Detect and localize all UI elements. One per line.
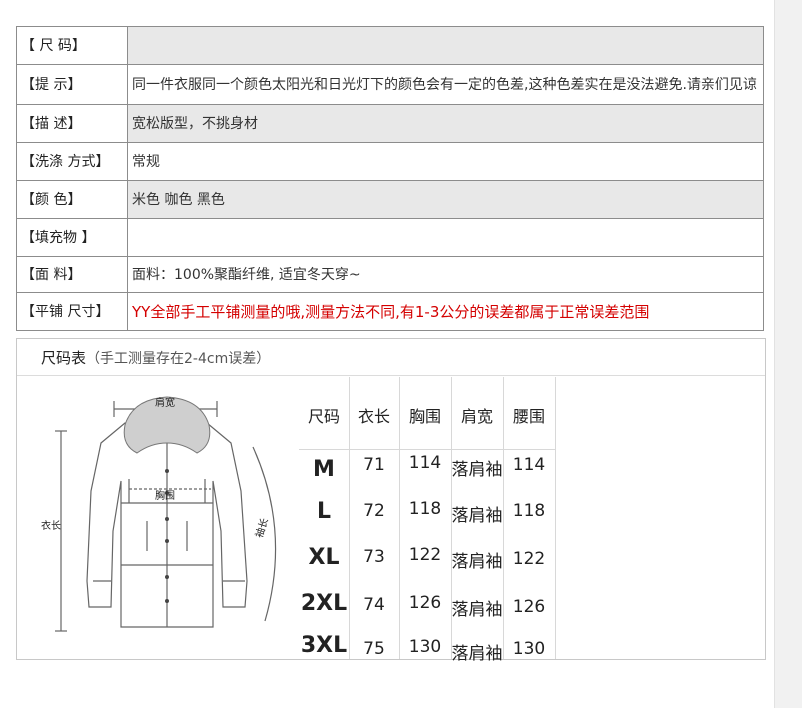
waist-cell: 114 [512, 455, 546, 475]
size-chart-title-text: 尺码表 [41, 349, 87, 367]
info-row-color: 【颜 色】 米色 咖色 黑色 [16, 180, 764, 219]
chest-cell: 114 [408, 453, 442, 473]
info-label: 【填充物 】 [16, 218, 128, 257]
info-value: 宽松版型，不挑身材 [127, 104, 764, 143]
info-label: 【面 料】 [16, 256, 128, 293]
waist-cell: 130 [512, 639, 546, 659]
info-row-tip: 【提 示】 同一件衣服同一个颜色太阳光和日光灯下的颜色会有一定的色差,这种色差实… [16, 64, 764, 105]
header-length: 衣长 [357, 407, 390, 426]
size-table: 尺码 衣长 胸围 肩宽 腰围 M 71 114 落肩袖 114 L 72 118… [299, 377, 765, 664]
size-cell: L [316, 499, 332, 524]
info-label: 【洗涤 方式】 [16, 142, 128, 181]
chest-label: 胸围 [155, 489, 175, 502]
info-row-filling: 【填充物 】 [16, 218, 764, 257]
info-value [127, 26, 764, 65]
header-size: 尺码 [307, 407, 340, 426]
info-label: 【平铺 尺寸】 [16, 292, 128, 331]
info-value: 面料：100%聚酯纤维, 适宜冬天穿~ [127, 256, 764, 293]
info-value: YY全部手工平铺测量的哦,测量方法不同,有1-3公分的误差都属于正常误差范围 [127, 292, 764, 331]
chart-divider [17, 375, 765, 376]
info-label: 【提 示】 [16, 64, 128, 105]
shoulder-cell: 落肩袖 [451, 506, 503, 526]
size-cell: 2XL [300, 591, 348, 616]
size-chart-title: 尺码表（手工测量存在2-4cm误差） [41, 347, 270, 368]
waist-cell: 126 [512, 597, 546, 617]
length-cell: 73 [363, 547, 385, 567]
shoulder-label: 肩宽 [155, 396, 175, 409]
chest-cell: 126 [408, 593, 442, 613]
waist-cell: 118 [512, 501, 546, 521]
header-chest: 胸围 [408, 407, 441, 426]
info-row-description: 【描 述】 宽松版型，不挑身材 [16, 104, 764, 143]
info-label: 【描 述】 [16, 104, 128, 143]
info-row-washing: 【洗涤 方式】 常规 [16, 142, 764, 181]
info-value [127, 218, 764, 257]
coat-measurement-diagram: 肩宽 胸围 衣长 袖长 [41, 396, 277, 632]
length-cell: 72 [363, 501, 385, 521]
info-label: 【 尺 码】 [16, 26, 128, 65]
size-cell: M [313, 457, 335, 482]
shoulder-cell: 落肩袖 [451, 552, 503, 572]
size-chart-subtitle: （手工测量存在2-4cm误差） [86, 351, 271, 367]
info-value: 常规 [127, 142, 764, 181]
info-row-size: 【 尺 码】 [16, 26, 764, 65]
shoulder-cell: 落肩袖 [451, 460, 503, 480]
sleeve-label: 袖长 [252, 516, 271, 539]
info-row-fabric: 【面 料】 面料：100%聚酯纤维, 适宜冬天穿~ [16, 256, 764, 293]
length-cell: 71 [363, 455, 385, 475]
header-waist: 腰围 [512, 407, 545, 426]
header-shoulder: 肩宽 [460, 407, 493, 426]
shoulder-cell: 落肩袖 [451, 600, 503, 620]
size-cell: 3XL [300, 633, 348, 658]
info-label: 【颜 色】 [16, 180, 128, 219]
size-chart: 尺码表（手工测量存在2-4cm误差） 肩宽 胸围 衣长 袖长 尺码 衣长 胸围 … [16, 338, 766, 664]
info-row-measure: 【平铺 尺寸】 YY全部手工平铺测量的哦,测量方法不同,有1-3公分的误差都属于… [16, 292, 764, 331]
info-value: 米色 咖色 黑色 [127, 180, 764, 219]
length-cell: 75 [363, 639, 385, 659]
shoulder-cell: 落肩袖 [451, 644, 503, 664]
length-label: 衣长 [41, 519, 61, 532]
chest-cell: 130 [408, 637, 442, 657]
length-cell: 74 [363, 595, 385, 615]
chest-cell: 118 [408, 499, 442, 519]
chest-cell: 122 [408, 545, 442, 565]
size-cell: XL [308, 545, 340, 570]
info-value: 同一件衣服同一个颜色太阳光和日光灯下的颜色会有一定的色差,这种色差实在是没法避免… [127, 64, 764, 105]
waist-cell: 122 [512, 549, 546, 569]
product-info-table: 【 尺 码】 【提 示】 同一件衣服同一个颜色太阳光和日光灯下的颜色会有一定的色… [16, 26, 764, 331]
page-right-scrollbar-area [774, 0, 802, 708]
